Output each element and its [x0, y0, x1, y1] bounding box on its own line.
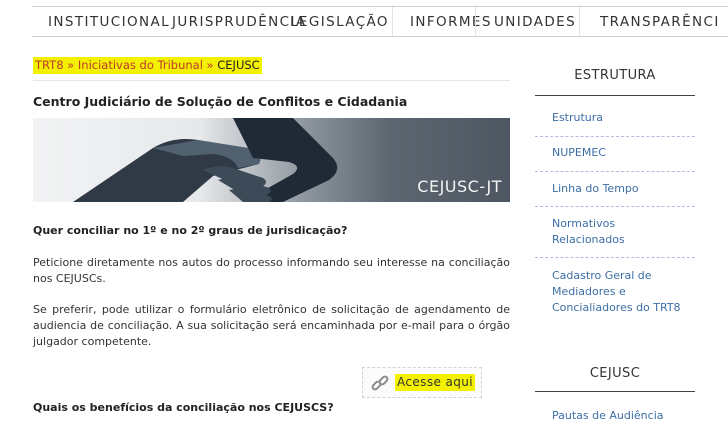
page-title: Centro Judiciário de Solução de Conflito… — [33, 94, 408, 109]
breadcrumb-separator: » — [202, 58, 218, 72]
nav-item-institucional[interactable]: INSTITUCIONAL — [48, 14, 170, 30]
banner-label: CEJUSC-JT — [417, 177, 502, 196]
question-heading: Quer conciliar no 1º e no 2º graus de ju… — [33, 224, 348, 237]
breadcrumb-link-iniciativas[interactable]: Iniciativas do Tribunal — [78, 58, 203, 72]
nav-item-transparencia[interactable]: TRANSPARÊNCI — [600, 14, 720, 30]
nav-item-legislacao[interactable]: LEGISLAÇÃO — [290, 14, 389, 30]
cejusc-banner: CEJUSC-JT — [33, 118, 510, 202]
nav-item-unidades[interactable]: UNIDADES — [494, 14, 576, 30]
top-navigation: INSTITUCIONAL JURISPRUDÊNCIA LEGISLAÇÃO … — [32, 6, 728, 37]
sidebar-item-pautas-audiencia[interactable]: Pautas de Audiência — [552, 408, 695, 424]
paragraph-text: Peticione diretamente nos autos do proce… — [33, 256, 510, 285]
sidebar-divider — [535, 206, 695, 207]
sidebar-title-rule — [535, 95, 695, 96]
sidebar-item-nupemec[interactable]: NUPEMEC — [552, 145, 695, 161]
sidebar-title-rule — [535, 391, 695, 392]
breadcrumb-divider — [33, 80, 510, 81]
sidebar-item-cadastro-mediadores[interactable]: Cadastro Geral de Mediadores e Concialia… — [552, 268, 692, 316]
paragraph-text: Se preferir, pode utilizar o formulário … — [33, 303, 510, 348]
nav-item-jurisprudencia[interactable]: JURISPRUDÊNCIA — [172, 14, 306, 30]
acesse-aqui-label: Acesse aqui — [395, 374, 475, 391]
acesse-aqui-button[interactable]: Acesse aqui — [362, 367, 482, 398]
breadcrumb-separator: » — [63, 58, 78, 72]
sidebar-item-estrutura[interactable]: Estrutura — [552, 110, 695, 126]
nav-divider — [475, 7, 476, 36]
chain-link-icon — [371, 375, 389, 391]
paragraph-formulario: Se preferir, pode utilizar o formulário … — [33, 302, 510, 350]
sidebar-title-cejusc: CEJUSC — [589, 366, 641, 381]
sidebar-divider — [535, 136, 695, 137]
nav-divider — [392, 7, 393, 36]
breadcrumb-current: CEJUSC — [217, 58, 260, 72]
sidebar-item-normativos[interactable]: Normativos Relacionados — [552, 216, 662, 248]
question-heading: Quais os benefícios da conciliação nos C… — [33, 401, 334, 414]
sidebar-divider — [535, 171, 695, 172]
sidebar-item-linha-do-tempo[interactable]: Linha do Tempo — [552, 181, 695, 197]
nav-divider — [579, 7, 580, 36]
breadcrumb: TRT8 » Iniciativas do Tribunal » CEJUSC — [33, 57, 262, 74]
nav-item-informes[interactable]: INFORMES — [410, 14, 492, 30]
sidebar-divider — [535, 257, 695, 258]
breadcrumb-link-trt8[interactable]: TRT8 — [35, 58, 64, 72]
sidebar-title-estrutura: ESTRUTURA — [574, 68, 656, 83]
paragraph-peticione: Peticione diretamente nos autos do proce… — [33, 255, 510, 287]
